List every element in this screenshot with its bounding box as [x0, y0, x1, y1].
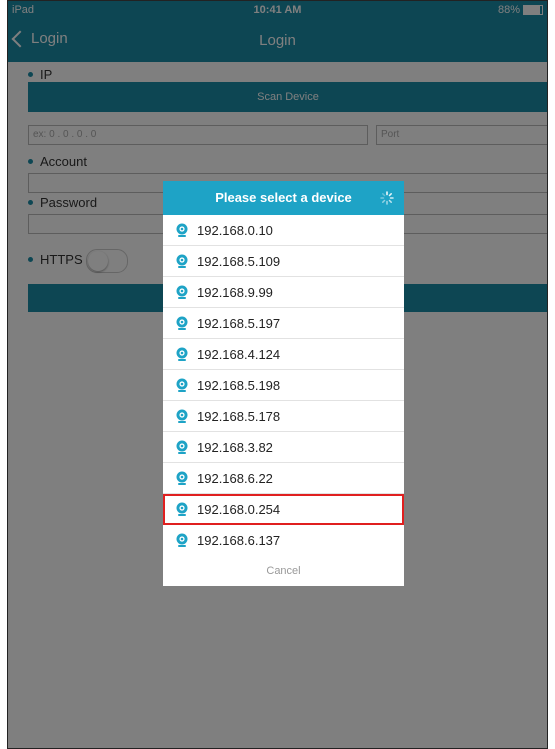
webcam-icon: [176, 254, 188, 268]
webcam-icon: [176, 440, 188, 454]
device-list: 192.168.0.10 192.168.5.109 192.168.9.99 192…: [163, 215, 404, 553]
device-list-item[interactable]: 192.168.0.254: [163, 494, 404, 525]
webcam-icon: [176, 378, 188, 392]
device-list-item[interactable]: 192.168.5.198: [163, 370, 404, 401]
cancel-button[interactable]: Cancel: [163, 556, 404, 586]
device-ip: 192.168.0.254: [197, 501, 281, 517]
device-list-item[interactable]: 192.168.9.99: [163, 277, 404, 308]
dialog-title: Please select a device: [215, 190, 352, 205]
app-frame: iPad 10:41 AM 88% Login Login IP Scan De…: [7, 0, 548, 749]
webcam-icon: [176, 223, 188, 237]
device-list-item[interactable]: 192.168.5.178: [163, 401, 404, 432]
webcam-icon: [176, 285, 188, 299]
webcam-icon: [176, 471, 188, 485]
dialog-header: Please select a device: [163, 181, 404, 215]
device-list-item[interactable]: 192.168.3.82: [163, 432, 404, 463]
webcam-icon: [176, 347, 188, 361]
device-ip: 192.168.6.137: [197, 532, 281, 548]
device-ip: 192.168.9.99: [197, 284, 273, 300]
device-ip: 192.168.3.82: [197, 439, 273, 455]
device-list-item[interactable]: 192.168.6.137: [163, 525, 404, 553]
device-ip: 192.168.5.198: [197, 377, 281, 393]
device-list-item[interactable]: 192.168.0.10: [163, 215, 404, 246]
webcam-icon: [176, 502, 188, 516]
device-ip: 192.168.0.10: [197, 222, 273, 238]
device-ip: 192.168.5.197: [197, 315, 281, 331]
device-ip: 192.168.5.178: [197, 408, 281, 424]
device-list-item[interactable]: 192.168.5.109: [163, 246, 404, 277]
webcam-icon: [176, 409, 188, 423]
device-list-item[interactable]: 192.168.4.124: [163, 339, 404, 370]
device-ip: 192.168.5.109: [197, 253, 281, 269]
webcam-icon: [176, 533, 188, 547]
device-select-dialog: Please select a device 192.168.0.10 192.1…: [163, 181, 404, 586]
device-list-item[interactable]: 192.168.5.197: [163, 308, 404, 339]
device-ip: 192.168.6.22: [197, 470, 273, 486]
webcam-icon: [176, 316, 188, 330]
device-ip: 192.168.4.124: [197, 346, 281, 362]
loading-spinner-icon: [380, 191, 394, 205]
device-list-item[interactable]: 192.168.6.22: [163, 463, 404, 494]
